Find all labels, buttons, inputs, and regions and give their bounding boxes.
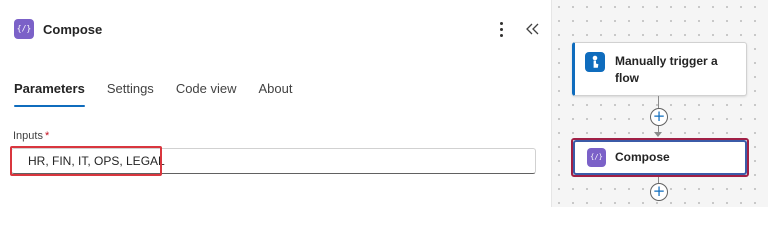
inputs-field-value: HR, FIN, IT, OPS, LEGAL xyxy=(28,154,165,168)
flow-canvas[interactable]: Manually trigger a flow + {/} Compose + xyxy=(551,0,768,207)
properties-panel: {/} Compose Parameters Settings Code vie… xyxy=(0,0,551,207)
tab-code-view[interactable]: Code view xyxy=(176,79,237,107)
trigger-node-label: Manually trigger a flow xyxy=(615,54,718,85)
more-dot-icon xyxy=(499,33,503,37)
add-step-button[interactable]: + xyxy=(650,108,668,126)
inputs-label-text: Inputs xyxy=(13,130,43,142)
more-dot-icon xyxy=(499,27,503,31)
compose-node-label: Compose xyxy=(615,150,670,164)
manual-trigger-icon xyxy=(585,52,605,72)
inputs-label: Inputs * xyxy=(13,130,49,142)
more-options-button[interactable] xyxy=(492,18,510,40)
tab-about[interactable]: About xyxy=(259,79,293,107)
double-chevron-left-icon xyxy=(526,23,539,35)
required-asterisk: * xyxy=(44,130,50,142)
add-step-button[interactable]: + xyxy=(650,183,668,201)
compose-node[interactable]: {/} Compose xyxy=(573,140,747,175)
connector-arrow-icon xyxy=(654,132,662,137)
tab-list: Parameters Settings Code view About xyxy=(14,79,315,109)
panel-title: Compose xyxy=(43,22,103,37)
manual-trigger-node[interactable]: Manually trigger a flow xyxy=(572,42,747,96)
tab-settings[interactable]: Settings xyxy=(107,79,154,107)
collapse-panel-button[interactable] xyxy=(523,18,543,40)
more-dot-icon xyxy=(499,21,503,25)
compose-icon: {/} xyxy=(14,19,34,39)
inputs-field[interactable]: HR, FIN, IT, OPS, LEGAL xyxy=(11,148,536,174)
tab-parameters[interactable]: Parameters xyxy=(14,79,85,107)
compose-icon: {/} xyxy=(587,148,606,167)
panel-header: {/} Compose xyxy=(0,0,551,58)
